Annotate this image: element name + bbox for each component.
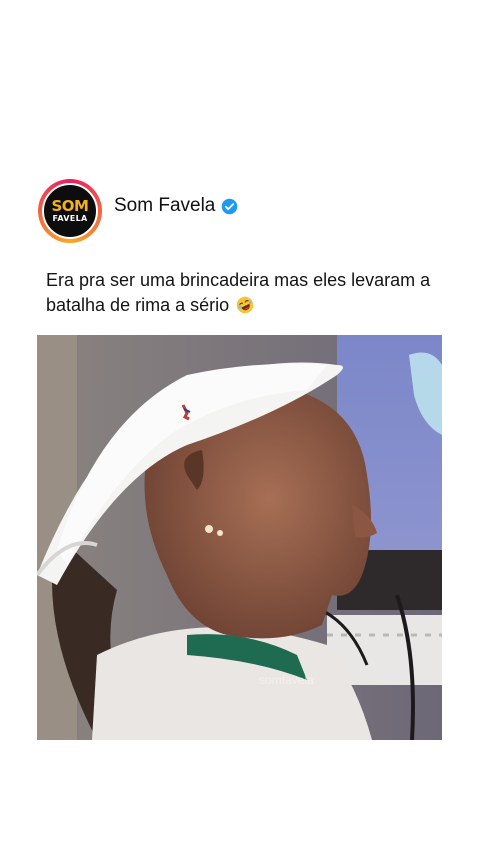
post-header: SOM FAVELA Som Favela	[38, 178, 238, 244]
logo-text-top: SOM	[51, 197, 89, 215]
avatar[interactable]: SOM FAVELA	[38, 179, 102, 243]
account-name-row: Som Favela	[114, 195, 238, 217]
post-video[interactable]: somfavela	[37, 335, 442, 740]
laughing-emoji-icon	[236, 296, 254, 314]
video-watermark: somfavela	[259, 673, 314, 687]
verified-badge-icon	[222, 198, 238, 214]
account-name[interactable]: Som Favela	[114, 195, 215, 217]
post-caption: Era pra ser uma brincadeira mas eles lev…	[46, 268, 446, 318]
video-frame	[37, 335, 442, 740]
avatar-logo: SOM FAVELA	[42, 183, 98, 239]
logo-text-bottom: FAVELA	[52, 214, 88, 223]
